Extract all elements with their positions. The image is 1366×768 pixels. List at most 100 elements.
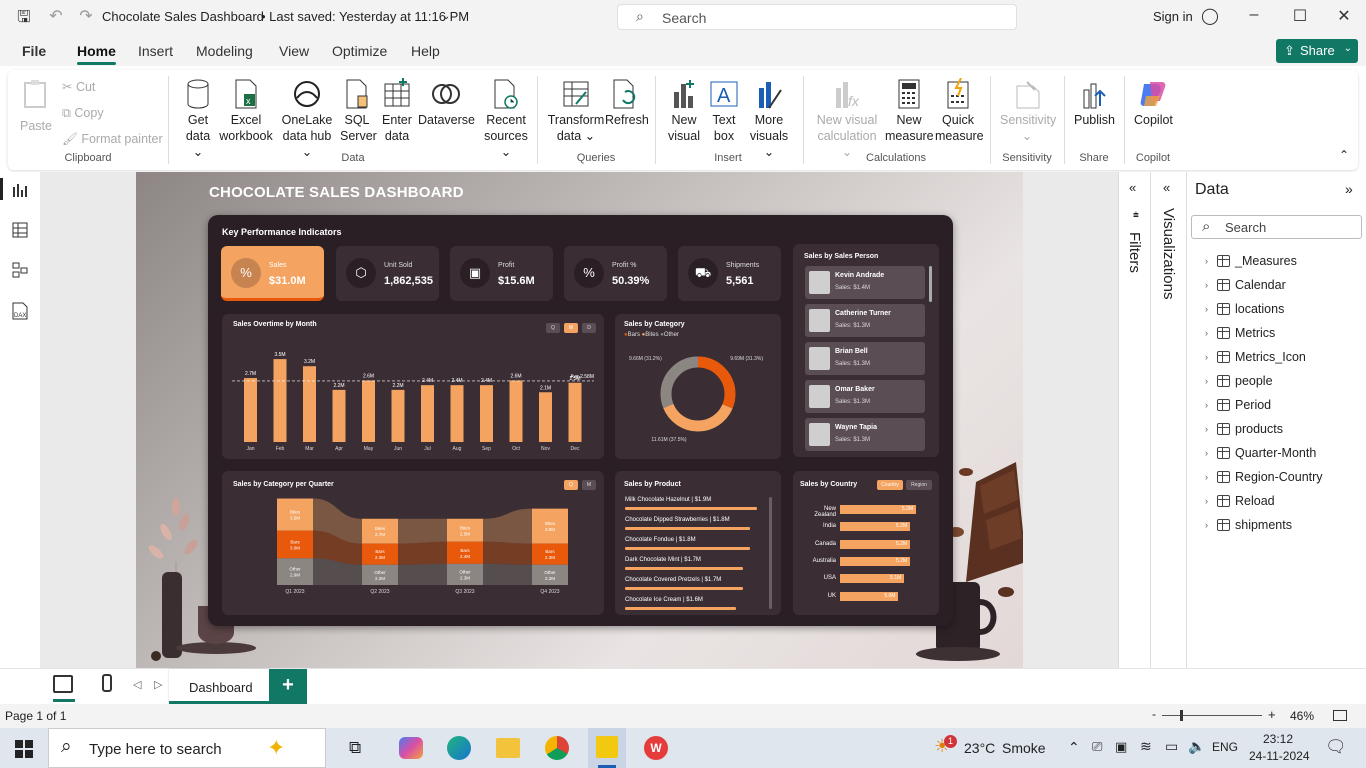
tab-home[interactable]: Home	[77, 43, 116, 65]
product-bar[interactable]	[625, 607, 737, 610]
more-visuals-button[interactable]: More visuals ⌄	[745, 78, 793, 160]
zoom-slider-thumb[interactable]	[1180, 710, 1183, 721]
weather-description[interactable]: Smoke	[1002, 740, 1046, 756]
country-bar[interactable]: 5.2M	[840, 556, 911, 566]
collapse-ribbon-icon[interactable]: ⌃	[1339, 148, 1349, 162]
country-bar[interactable]: 5.0M	[840, 591, 899, 601]
meet-icon[interactable]: ▣	[1115, 739, 1127, 755]
table-view-icon[interactable]	[12, 222, 28, 241]
chevron-right-icon[interactable]: ›	[1205, 376, 1208, 386]
transform-data-button[interactable]: Transform data ⌄	[547, 78, 605, 144]
sensitivity-button[interactable]: Sensitivity ⌄	[1000, 78, 1056, 144]
new-measure-button[interactable]: New measure	[885, 78, 934, 144]
country-bar[interactable]: 5.2M	[840, 522, 911, 532]
month-drill-button[interactable]: M	[564, 323, 578, 333]
chevron-right-icon[interactable]: ›	[1205, 400, 1208, 410]
product-bar[interactable]	[625, 527, 751, 530]
model-view-icon[interactable]	[12, 262, 28, 281]
close-icon[interactable]: ✕	[1332, 6, 1356, 30]
scrollbar[interactable]	[929, 266, 932, 302]
chevron-right-icon[interactable]: ›	[1205, 304, 1208, 314]
month-toggle-button[interactable]: M	[582, 480, 596, 490]
salesperson-item[interactable]: Omar Baker Sales: $1.3M	[805, 380, 925, 413]
new-visual-button[interactable]: New visual	[665, 78, 703, 144]
tab-optimize[interactable]: Optimize	[332, 43, 387, 59]
mobile-layout-icon[interactable]	[102, 674, 112, 692]
quarter-toggle-button[interactable]: Q	[564, 480, 578, 490]
user-avatar-icon[interactable]: ◯	[1198, 6, 1222, 30]
enter-data-button[interactable]: Enter data	[380, 78, 414, 144]
chevron-right-icon[interactable]: ›	[1205, 520, 1208, 530]
zoom-out-icon[interactable]: -	[1152, 707, 1156, 721]
refresh-button[interactable]: Refresh	[605, 78, 649, 128]
search-input[interactable]: ⌕ Search	[617, 4, 1017, 30]
dax-query-view-icon[interactable]: DAX	[12, 302, 28, 323]
add-page-button[interactable]: +	[269, 669, 307, 704]
text-box-button[interactable]: A Text box	[707, 78, 741, 144]
kpi-card-profit[interactable]: ▣ Profit $15.6M	[450, 246, 553, 301]
page-tab-dashboard[interactable]: Dashboard	[169, 669, 269, 704]
kpi-card-units[interactable]: ⬡ Unit Sold 1,862,535	[336, 246, 439, 301]
day-drill-button[interactable]: D	[582, 323, 596, 333]
undo-icon[interactable]: ↶	[44, 6, 68, 30]
cut-button[interactable]: ✂ Cut	[62, 79, 95, 95]
clock-date[interactable]: 24-11-2024	[1249, 749, 1310, 763]
collapse-right-icon[interactable]: »	[1345, 181, 1353, 197]
get-data-button[interactable]: Get data ⌄	[180, 78, 216, 160]
kpi-card-profit-pct[interactable]: % Profit % 50.39%	[564, 246, 667, 301]
device-icon[interactable]: ⎚	[1092, 739, 1102, 755]
battery-icon[interactable]: ▭	[1165, 738, 1178, 755]
excel-workbook-button[interactable]: x Excel workbook	[218, 78, 274, 144]
salesperson-item[interactable]: Catherine Turner Sales: $1.3M	[805, 304, 925, 337]
taskbar-search-box[interactable]: ⌕ Type here to search ✦	[48, 728, 326, 768]
product-bar[interactable]	[625, 547, 751, 550]
kpi-card-shipments[interactable]: ⛟ Shipments 5,561	[678, 246, 781, 301]
kpi-card-sales[interactable]: % Sales $31.0M	[221, 246, 324, 301]
quarter-drill-button[interactable]: Q	[546, 323, 560, 333]
paste-button[interactable]: Paste	[18, 78, 54, 134]
country-bar[interactable]: 5.3M	[840, 505, 916, 514]
task-view-icon[interactable]: ⧉	[349, 738, 361, 758]
wps-office-icon[interactable]: W	[644, 736, 668, 760]
chevron-right-icon[interactable]: ›	[1205, 424, 1208, 434]
product-bar[interactable]	[625, 567, 744, 570]
salesperson-item[interactable]: Kevin Andrade Sales: $1.4M	[805, 266, 925, 299]
tab-modeling[interactable]: Modeling	[196, 43, 253, 59]
powerbi-taskbar-active[interactable]	[588, 728, 626, 768]
notifications-icon[interactable]: 🗨	[1325, 737, 1347, 757]
minimize-icon[interactable]: –	[1242, 6, 1266, 30]
product-bar[interactable]	[625, 587, 744, 590]
language-indicator[interactable]: ENG	[1212, 740, 1238, 754]
new-visual-calculation-button[interactable]: fx New visual calculation ⌄	[814, 78, 880, 160]
wifi-icon[interactable]: ≋	[1140, 738, 1152, 755]
save-icon[interactable]: 🖫	[12, 6, 36, 30]
prev-page-icon[interactable]: ◁	[133, 678, 141, 691]
sql-server-button[interactable]: SQL Server	[340, 78, 377, 144]
tab-help[interactable]: Help	[411, 43, 440, 59]
share-button[interactable]: ⇪ Share ⌄	[1276, 39, 1358, 63]
data-search-input[interactable]: ⌕ Search	[1191, 215, 1362, 239]
country-bar[interactable]: 5.2M	[840, 539, 911, 549]
country-bar[interactable]: 5.1M	[840, 574, 905, 584]
desktop-layout-icon[interactable]	[53, 675, 73, 693]
region-toggle-button[interactable]: Region	[906, 480, 932, 490]
chevron-right-icon[interactable]: ›	[1205, 328, 1208, 338]
fit-to-page-icon[interactable]	[1333, 710, 1347, 721]
chevron-right-icon[interactable]: ›	[1205, 496, 1208, 506]
chrome-icon[interactable]	[545, 736, 569, 760]
edge-browser-icon[interactable]	[447, 736, 471, 760]
onelake-button[interactable]: OneLake data hub ⌄	[276, 78, 338, 160]
volume-icon[interactable]: 🔈	[1188, 738, 1205, 755]
chevron-right-icon[interactable]: ›	[1205, 352, 1208, 362]
next-page-icon[interactable]: ▷	[154, 678, 162, 691]
windows-start-icon[interactable]	[15, 740, 33, 758]
redo-icon[interactable]: ↷	[74, 6, 98, 30]
scrollbar[interactable]	[769, 497, 772, 609]
dataverse-button[interactable]: Dataverse	[418, 78, 475, 128]
chevron-down-icon[interactable]: ⌄	[442, 11, 450, 22]
country-toggle-button[interactable]: Country	[877, 480, 903, 490]
menu-file[interactable]: File	[22, 43, 46, 59]
expand-viz-icon[interactable]: «	[1163, 180, 1170, 195]
chevron-up-icon[interactable]: ⌃	[1068, 739, 1080, 756]
report-view-icon[interactable]	[12, 182, 28, 201]
